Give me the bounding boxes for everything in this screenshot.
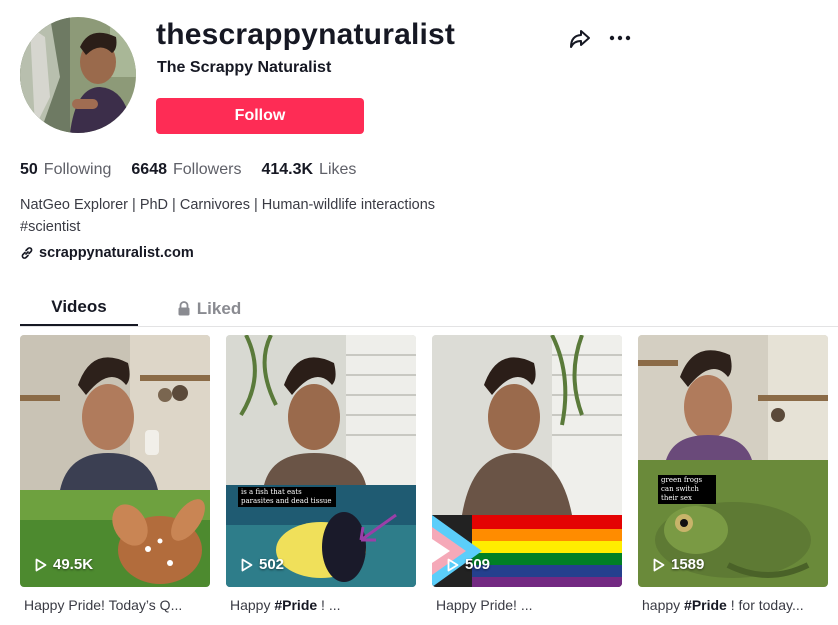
- video-card[interactable]: green frogs can switch their sex 1589 ha…: [638, 335, 828, 613]
- profile-tabs: Videos Liked: [20, 290, 838, 327]
- bio-hashtag: #scientist: [20, 219, 81, 235]
- bio-line: NatGeo Explorer | PhD | Carnivores | Hum…: [20, 197, 436, 213]
- share-arrow-icon: [570, 30, 590, 48]
- following-stat[interactable]: 50 Following: [20, 161, 111, 179]
- caption-suffix: ! for today...: [726, 597, 804, 613]
- profile-bio: NatGeo Explorer | PhD | Carnivores | Hum…: [20, 194, 435, 238]
- link-icon: [21, 247, 33, 259]
- profile-avatar[interactable]: [20, 17, 136, 133]
- profile-username: thescrappynaturalist: [156, 18, 456, 51]
- followers-count: 6648: [131, 161, 167, 178]
- video-caption[interactable]: Happy Pride! ...: [436, 597, 622, 613]
- video-thumbnail-image: [638, 335, 828, 587]
- video-thumbnail[interactable]: 509: [432, 335, 622, 587]
- video-thumbnail[interactable]: green frogs can switch their sex 1589: [638, 335, 828, 587]
- profile-nickname: The Scrappy Naturalist: [157, 59, 332, 76]
- view-count-text: 49.5K: [53, 556, 94, 573]
- video-card[interactable]: 509 Happy Pride! ...: [432, 335, 622, 613]
- caption-suffix: ! ...: [317, 597, 341, 613]
- more-options-button[interactable]: [607, 26, 633, 52]
- video-thumbnail[interactable]: 49.5K: [20, 335, 210, 587]
- video-caption[interactable]: happy #Pride ! for today...: [642, 597, 828, 613]
- caption-hashtag[interactable]: #Pride: [684, 597, 727, 613]
- video-overlay-caption: is a fish that eats parasites and dead t…: [238, 487, 336, 507]
- likes-stat: 414.3K Likes: [261, 161, 356, 179]
- tab-liked-label: Liked: [196, 298, 242, 318]
- share-button[interactable]: [567, 26, 593, 52]
- view-count-text: 509: [465, 556, 491, 573]
- video-thumbnail[interactable]: is a fish that eats parasites and dead t…: [226, 335, 416, 587]
- video-thumbnail-image: [226, 335, 416, 587]
- profile-stats: 50 Following 6648 Followers 414.3K Likes: [20, 161, 376, 179]
- caption-hashtag[interactable]: #Pride: [274, 597, 317, 613]
- play-icon: [653, 558, 665, 571]
- play-icon: [35, 558, 47, 571]
- video-thumbnail-image: [432, 335, 622, 587]
- followers-label: Followers: [172, 161, 242, 178]
- profile-link-text: scrappynaturalist.com: [39, 245, 194, 261]
- follow-button[interactable]: Follow: [156, 98, 364, 134]
- lock-icon: [178, 300, 190, 315]
- video-caption[interactable]: Happy Pride! Today’s Q...: [24, 597, 210, 613]
- view-count: 509: [447, 556, 490, 573]
- video-overlay-caption: green frogs can switch their sex: [658, 475, 716, 504]
- video-caption[interactable]: Happy #Pride ! ...: [230, 597, 416, 613]
- video-card[interactable]: is a fish that eats parasites and dead t…: [226, 335, 416, 613]
- likes-label: Likes: [319, 161, 357, 178]
- caption-text: Happy Pride! ...: [436, 597, 533, 613]
- play-icon: [241, 558, 253, 571]
- view-count: 502: [241, 556, 284, 573]
- avatar-image: [20, 17, 136, 133]
- followers-stat[interactable]: 6648 Followers: [131, 161, 241, 179]
- profile-link[interactable]: scrappynaturalist.com: [20, 245, 194, 261]
- following-label: Following: [43, 161, 112, 178]
- play-icon: [447, 558, 459, 571]
- view-count: 1589: [653, 556, 704, 573]
- caption-prefix: happy: [642, 597, 685, 613]
- view-count-text: 502: [259, 556, 285, 573]
- caption-text: Happy Pride! Today’s Q...: [24, 597, 183, 613]
- view-count: 49.5K: [35, 556, 93, 573]
- video-card[interactable]: 49.5K Happy Pride! Today’s Q...: [20, 335, 210, 613]
- caption-prefix: Happy: [230, 597, 275, 613]
- more-dots-icon: [609, 35, 631, 41]
- following-count: 50: [20, 161, 38, 178]
- view-count-text: 1589: [671, 556, 705, 573]
- likes-count: 414.3K: [261, 161, 314, 178]
- video-thumbnail-image: [20, 335, 210, 587]
- tab-videos[interactable]: Videos: [20, 290, 138, 326]
- tab-liked[interactable]: Liked: [150, 290, 268, 326]
